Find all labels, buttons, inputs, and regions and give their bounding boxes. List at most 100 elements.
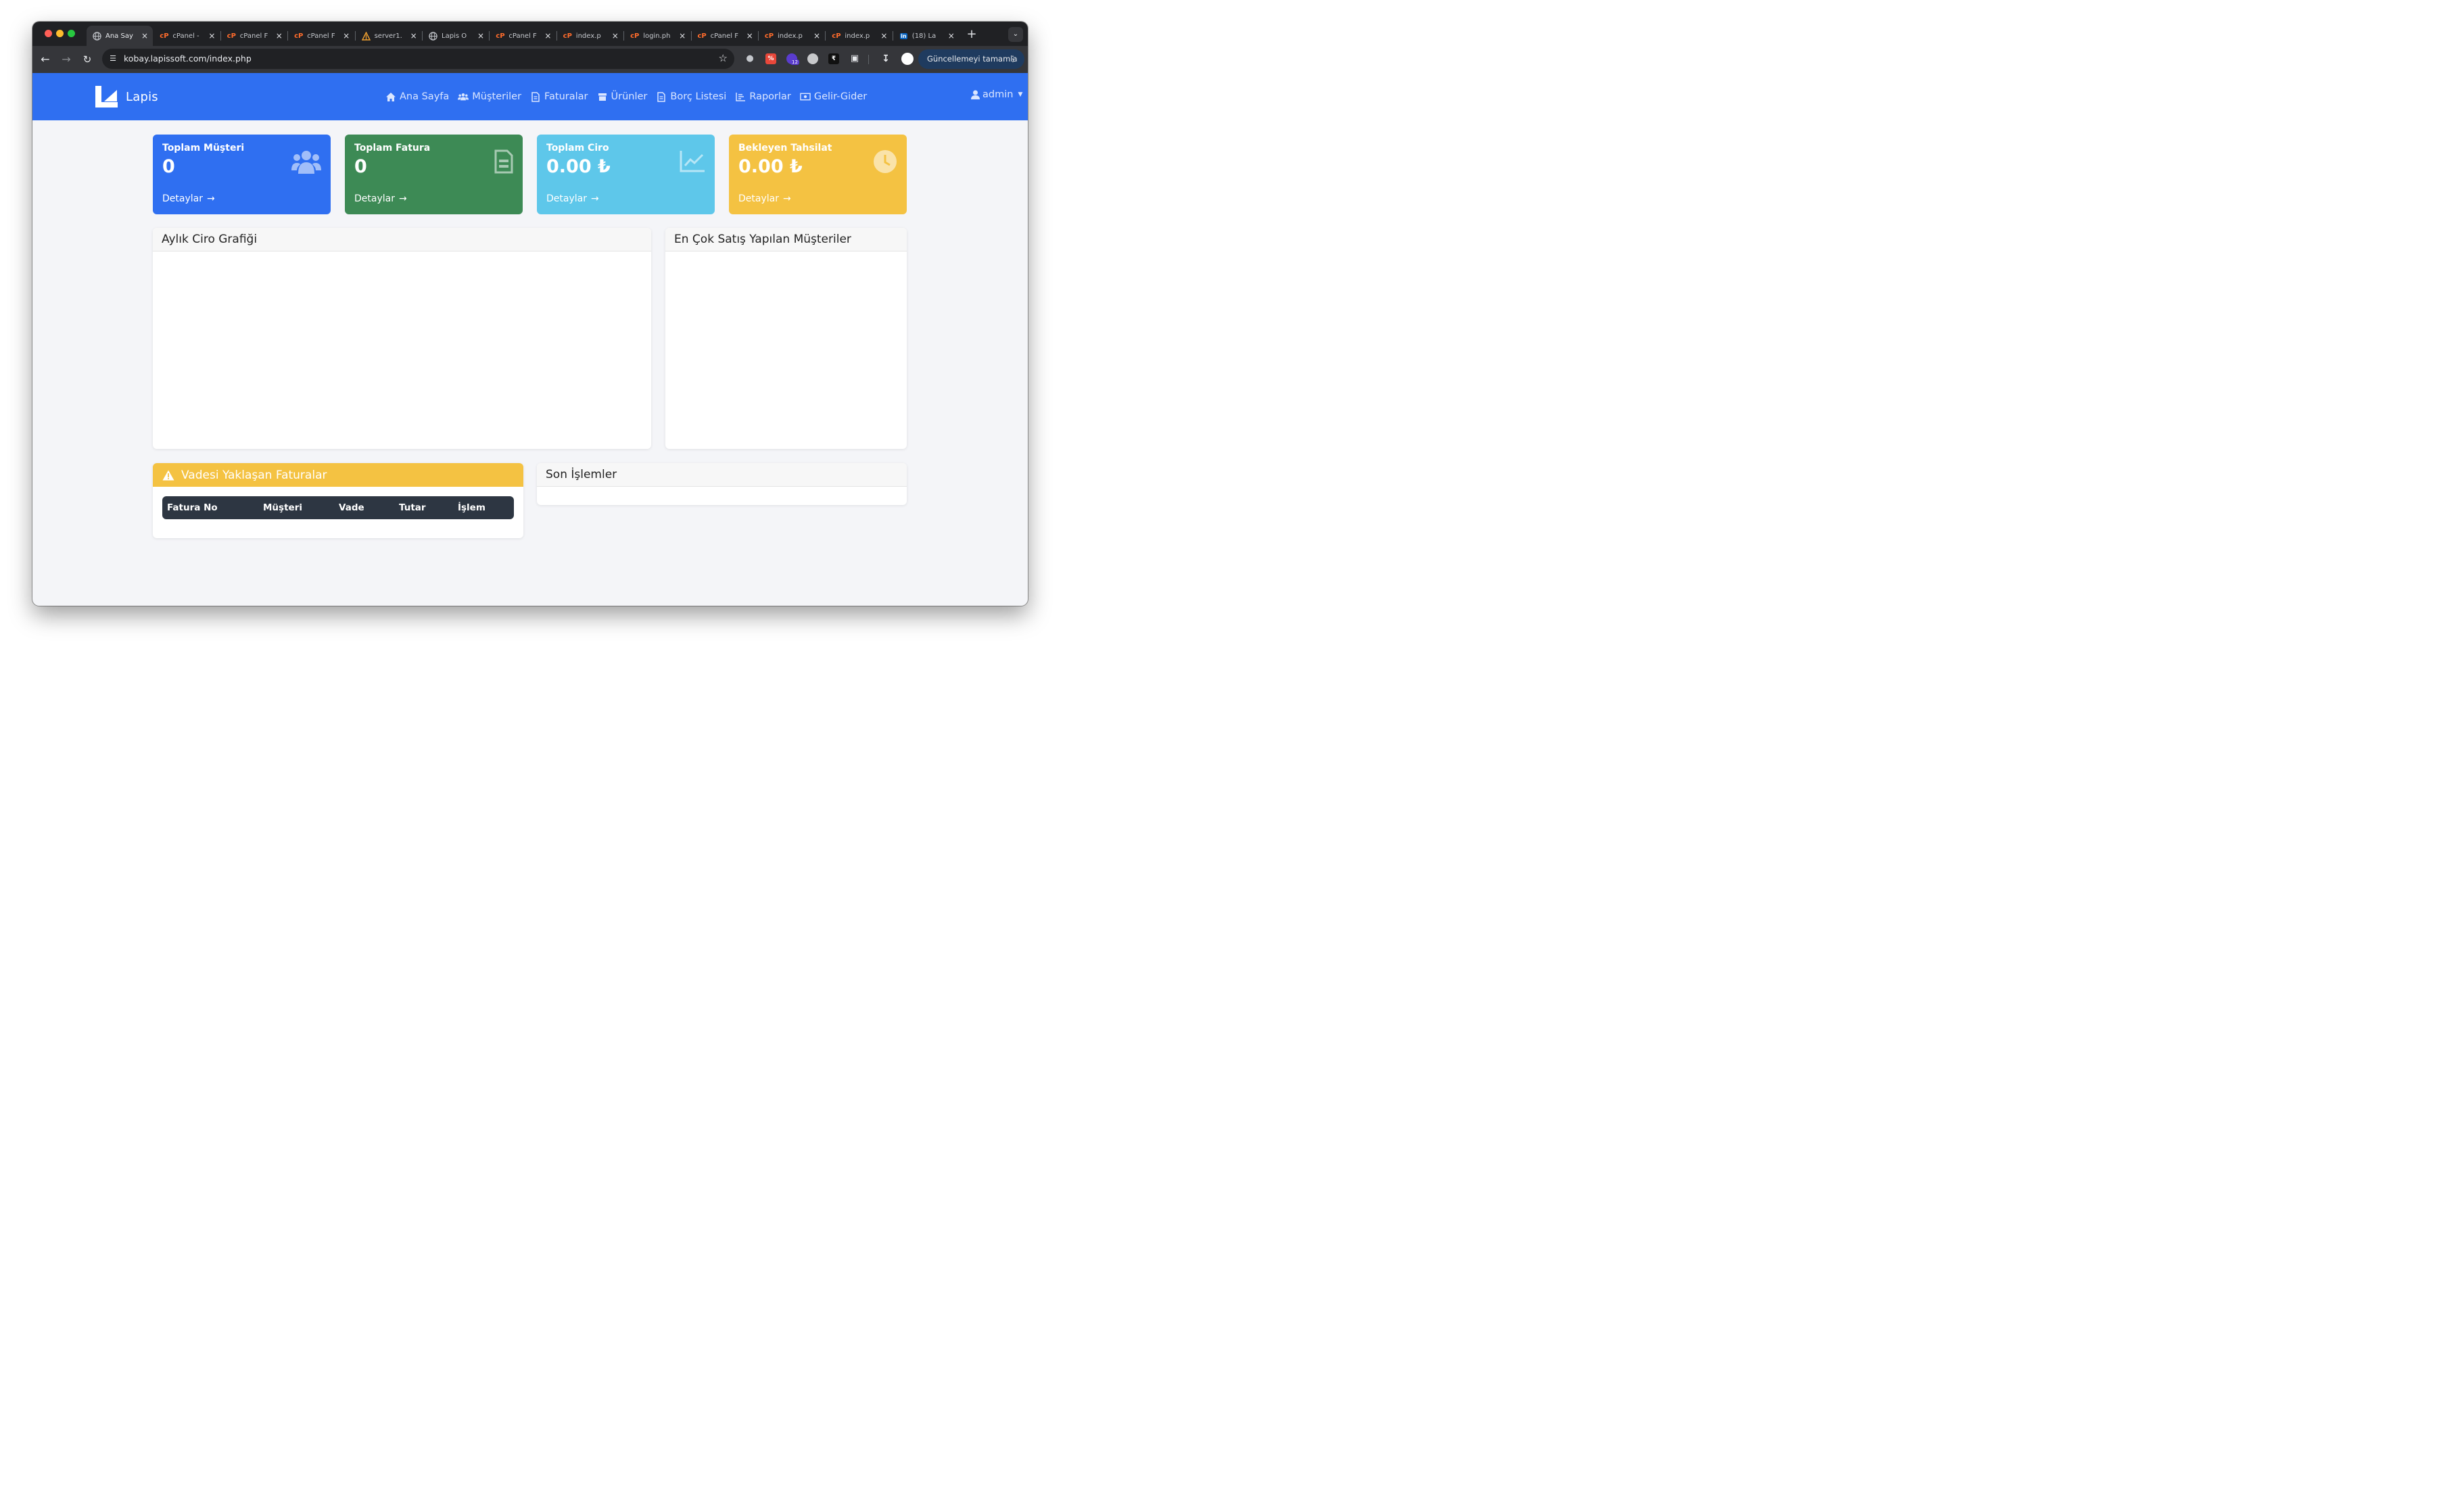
site-settings-icon[interactable]: ☰ <box>108 53 118 64</box>
tab-separator <box>556 31 557 41</box>
tab-close-icon[interactable]: × <box>544 31 552 41</box>
toolbar-divider <box>868 55 869 64</box>
nav-item[interactable]: Ana Sayfa <box>385 91 449 102</box>
column-header[interactable]: İşlem <box>458 502 485 513</box>
tab-title: index.p <box>845 32 870 40</box>
tab-title: login.ph <box>643 32 671 40</box>
circle-extension-icon[interactable] <box>807 53 818 64</box>
nav-item[interactable]: Faturalar <box>530 91 588 102</box>
tab-separator <box>422 31 423 41</box>
users-icon <box>291 149 321 176</box>
tab-close-icon[interactable]: × <box>947 31 955 41</box>
update-button[interactable]: Güncellemeyi tamamla ⋮ <box>918 49 1024 69</box>
update-button-label: Güncellemeyi tamamla <box>927 54 1018 64</box>
lapis-logo-icon <box>95 86 118 107</box>
server-icon <box>361 31 371 41</box>
stat-card: Toplam Fatura 0 Detaylar → <box>345 135 523 214</box>
stat-details-label: Detaylar <box>162 193 203 204</box>
brand-logo[interactable]: Lapis <box>95 85 158 108</box>
nav-item[interactable]: Gelir-Gider <box>800 91 867 102</box>
warning-icon <box>162 470 174 480</box>
home-icon <box>385 91 396 102</box>
tab-search-button[interactable]: ⌄ <box>1008 27 1023 42</box>
nav-item-label: Faturalar <box>544 91 588 102</box>
percent-extension-icon[interactable]: % <box>765 53 776 64</box>
tab-close-icon[interactable]: × <box>208 31 216 41</box>
money-icon <box>800 91 811 102</box>
tab-separator <box>825 31 826 41</box>
stat-details-label: Detaylar <box>354 193 395 204</box>
browser-tab[interactable]: Ana Say × <box>87 26 153 46</box>
chart-line-icon <box>676 149 705 176</box>
main-menu: Ana Sayfa Müşteriler Faturalar Ürünler Borç … <box>385 73 876 120</box>
puzzle-icon[interactable]: ▣ <box>849 53 860 64</box>
top-customers-chart-area <box>665 251 907 448</box>
stat-details-link[interactable]: Detaylar → <box>354 193 407 204</box>
browser-tab[interactable]: cP index.p × <box>557 26 623 46</box>
camera-icon[interactable]: ● <box>744 53 755 64</box>
browser-tab[interactable]: cP cPanel - × <box>153 26 220 46</box>
zoom-window-button[interactable] <box>68 30 75 37</box>
close-window-button[interactable] <box>45 30 52 37</box>
column-header[interactable]: Müşteri <box>263 502 302 513</box>
profile-avatar[interactable] <box>901 53 914 65</box>
bookmark-star-icon[interactable]: ☆ <box>719 52 728 64</box>
tab-title: server1. <box>374 32 402 40</box>
tab-title: index.p <box>778 32 803 40</box>
browser-tab[interactable]: cP cPanel F × <box>288 26 354 46</box>
nav-item[interactable]: Ürünler <box>597 91 647 102</box>
stat-details-link[interactable]: Detaylar → <box>738 193 791 204</box>
linkedin-icon: in <box>900 32 907 39</box>
tab-title: Ana Say <box>105 32 133 40</box>
tab-close-icon[interactable]: × <box>141 31 149 41</box>
forward-button[interactable]: → <box>59 52 74 67</box>
kebab-menu-icon[interactable]: ⋮ <box>1009 49 1017 69</box>
tab-close-icon[interactable]: × <box>746 31 754 41</box>
nav-item[interactable]: Raporlar <box>735 91 791 102</box>
top-customers-title: En Çok Satış Yapılan Müşteriler <box>665 228 907 251</box>
cpanel-icon: cP <box>832 32 841 40</box>
address-bar[interactable]: ☰ kobay.lapissoft.com/index.php ☆ <box>102 49 734 69</box>
column-header[interactable]: Tutar <box>399 502 426 513</box>
column-header[interactable]: Vade <box>339 502 364 513</box>
nav-item-label: Borç Listesi <box>670 91 727 102</box>
back-button[interactable]: ← <box>38 52 53 67</box>
browser-tab[interactable]: cP index.p × <box>759 26 825 46</box>
stat-details-link[interactable]: Detaylar → <box>546 193 599 204</box>
browser-tab[interactable]: in (18) La × <box>893 26 959 46</box>
column-header[interactable]: Fatura No <box>167 502 218 513</box>
download-icon[interactable]: ↧ <box>880 53 891 64</box>
stat-details-link[interactable]: Detaylar → <box>162 193 215 204</box>
dark-extension-icon[interactable]: ₹ <box>828 53 839 64</box>
minimize-window-button[interactable] <box>56 30 64 37</box>
tab-close-icon[interactable]: × <box>813 31 821 41</box>
user-menu[interactable]: admin ▼ <box>971 89 1022 100</box>
stat-details-label: Detaylar <box>738 193 779 204</box>
browser-tab[interactable]: server1. × <box>356 26 422 46</box>
user-name: admin <box>982 89 1014 100</box>
reload-button[interactable]: ↻ <box>80 52 95 67</box>
tab-separator <box>690 31 692 41</box>
browser-tab[interactable]: cP login.ph × <box>624 26 690 46</box>
browser-tab[interactable]: cP index.p × <box>826 26 892 46</box>
tab-close-icon[interactable]: × <box>342 31 350 41</box>
nav-item[interactable]: Borç Listesi <box>656 91 726 102</box>
tab-close-icon[interactable]: × <box>678 31 686 41</box>
recent-transactions-title: Son İşlemler <box>537 463 907 487</box>
browser-tab[interactable]: cP cPanel F × <box>692 26 758 46</box>
tab-close-icon[interactable]: × <box>275 31 283 41</box>
browser-tab[interactable]: Lapis Ö × <box>423 26 489 46</box>
browser-tab[interactable]: cP cPanel F × <box>221 26 287 46</box>
tab-title: Lapis Ö <box>442 32 467 40</box>
tab-close-icon[interactable]: × <box>477 31 485 41</box>
tab-close-icon[interactable]: × <box>611 31 619 41</box>
nav-item[interactable]: Müşteriler <box>458 91 521 102</box>
new-tab-button[interactable]: + <box>964 27 979 42</box>
tab-close-icon[interactable]: × <box>880 31 888 41</box>
browser-toolbar: ← → ↻ ☰ kobay.lapissoft.com/index.php ☆ … <box>32 46 1028 73</box>
browser-tab[interactable]: cP cPanel F × <box>490 26 556 46</box>
tab-separator <box>220 31 221 41</box>
tab-separator <box>287 31 289 41</box>
tab-close-icon[interactable]: × <box>410 31 418 41</box>
url-text[interactable]: kobay.lapissoft.com/index.php <box>124 53 252 64</box>
